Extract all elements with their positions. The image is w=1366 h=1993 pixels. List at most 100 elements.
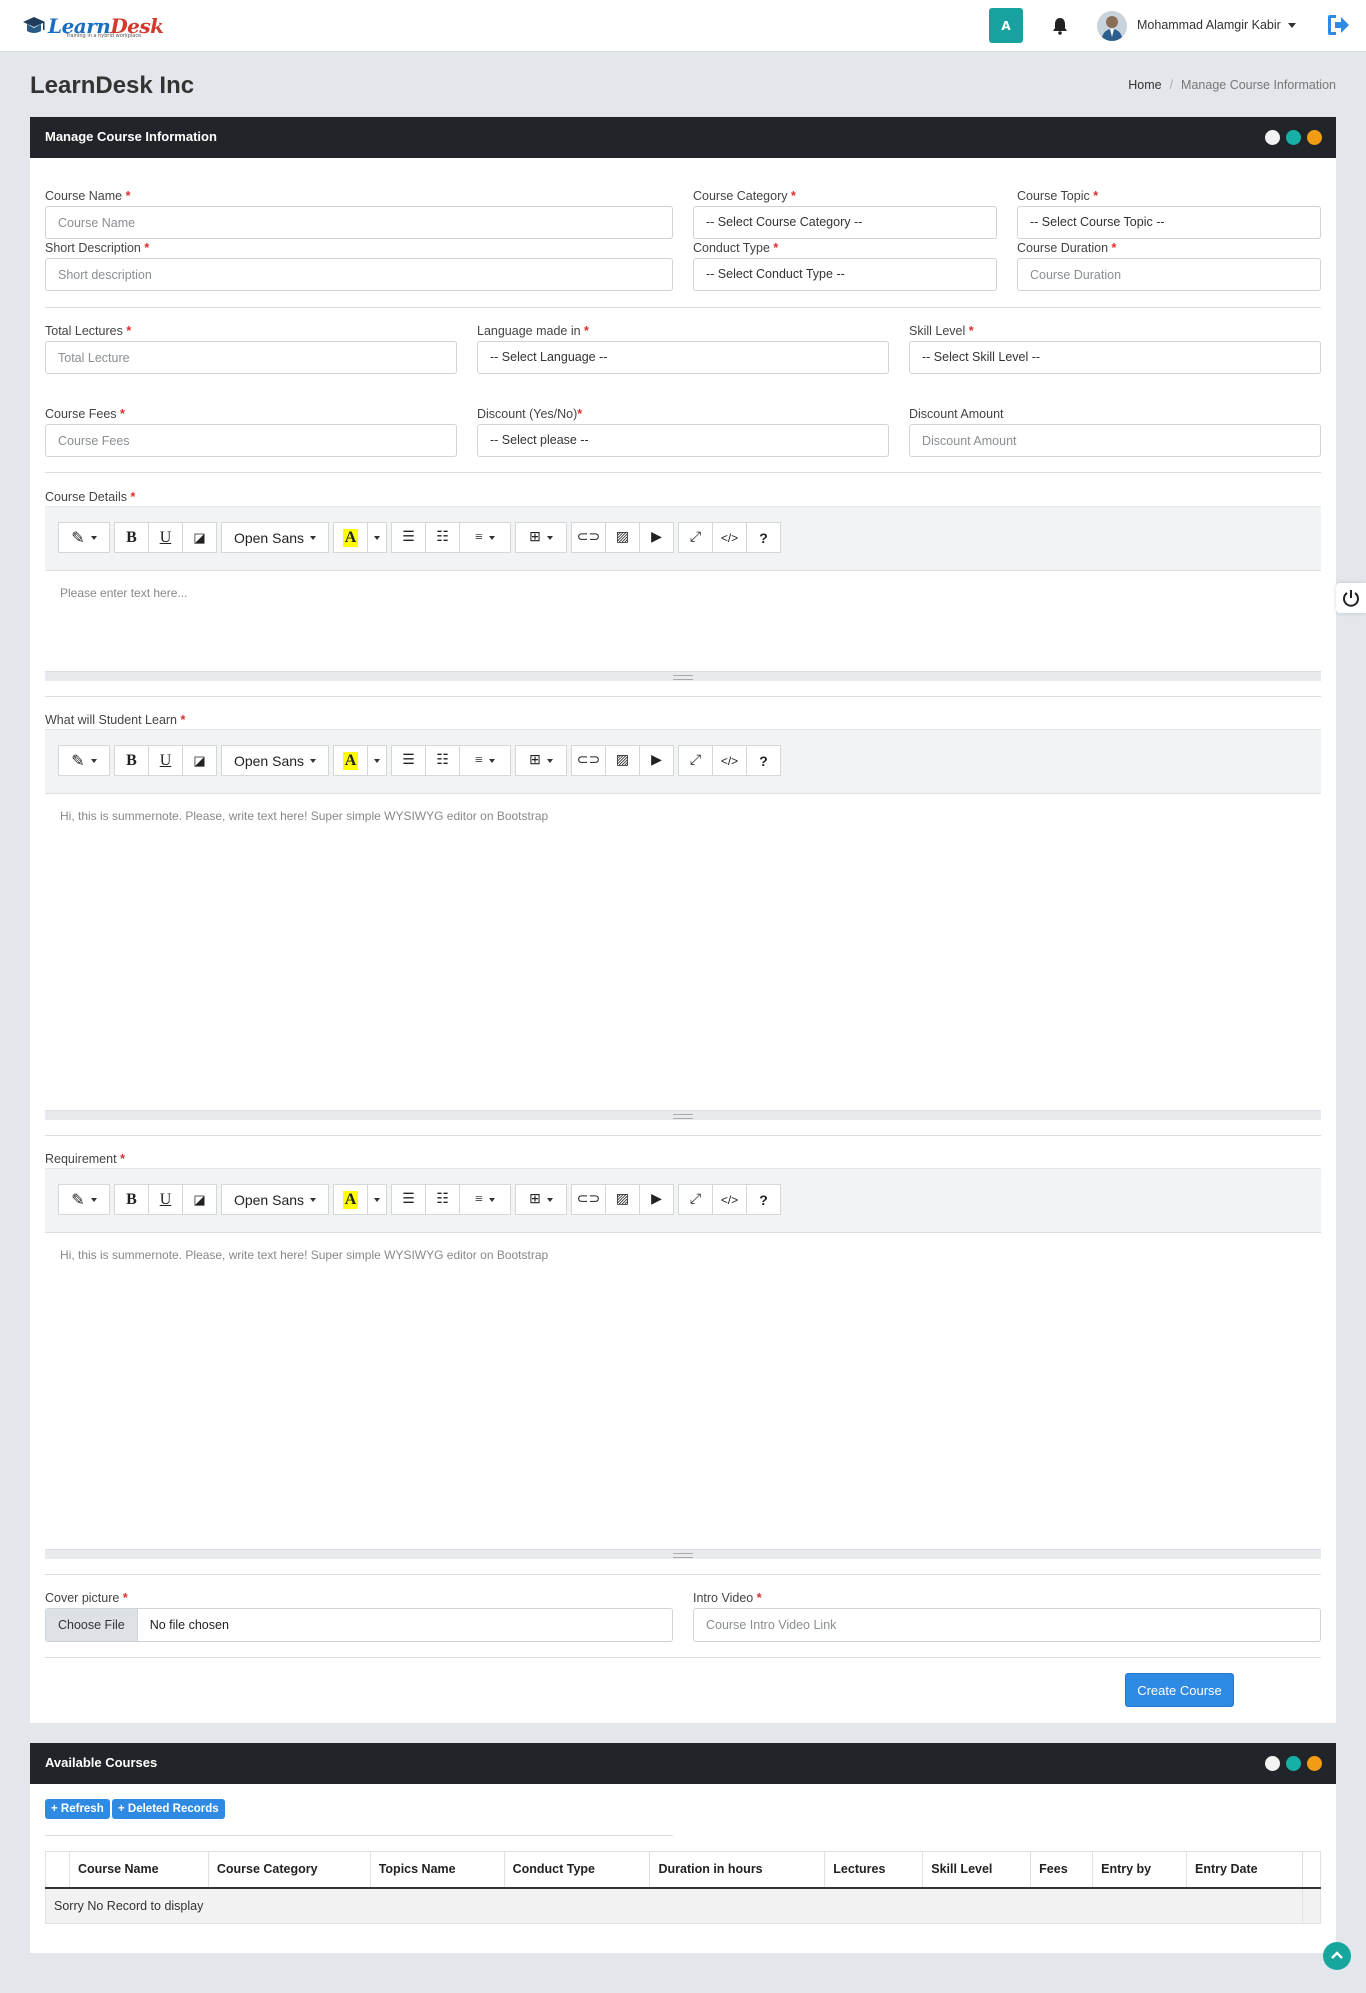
font-color-button[interactable]: A <box>333 1184 368 1215</box>
unordered-list-icon[interactable]: ☰ <box>391 745 426 776</box>
help-button[interactable]: ? <box>746 745 781 776</box>
underline-button[interactable]: U <box>148 522 183 553</box>
user-name[interactable]: Mohammad Alamgir Kabir <box>1137 18 1281 32</box>
deleted-records-button[interactable]: + Deleted Records <box>112 1799 225 1819</box>
underline-button[interactable]: U <box>148 745 183 776</box>
column-header[interactable]: Entry by <box>1092 1851 1188 1889</box>
refresh-icon[interactable] <box>1286 130 1301 145</box>
table-icon[interactable]: ⊞ <box>515 1184 567 1215</box>
help-button[interactable]: ? <box>746 1184 781 1215</box>
expand-icon[interactable] <box>1265 1756 1280 1771</box>
column-header[interactable]: Fees <box>1030 1851 1094 1889</box>
total-lectures-input[interactable] <box>45 341 457 374</box>
editor-content[interactable]: Hi, this is summernote. Please, write te… <box>45 1233 1321 1277</box>
account-avatar-button[interactable]: A <box>989 8 1023 43</box>
eraser-icon[interactable]: ◪ <box>182 1184 217 1215</box>
course-topic-select[interactable]: -- Select Course Topic -- <box>1017 206 1321 239</box>
editor-resize-handle[interactable] <box>45 1110 1321 1120</box>
course-name-input[interactable] <box>45 206 673 239</box>
choose-file-button[interactable]: Choose File <box>46 1609 138 1641</box>
color-caret-icon[interactable] <box>367 522 387 553</box>
magic-style-icon[interactable]: ✎ <box>58 1184 110 1215</box>
breadcrumb-home[interactable]: Home <box>1128 78 1161 92</box>
short-description-input[interactable] <box>45 258 673 291</box>
ordered-list-icon[interactable]: ☷ <box>425 745 460 776</box>
font-family-dropdown[interactable]: Open Sans <box>221 522 329 553</box>
scroll-to-top-button[interactable] <box>1323 1942 1351 1970</box>
color-caret-icon[interactable] <box>367 1184 387 1215</box>
link-icon[interactable]: ⊂⊃ <box>571 745 606 776</box>
magic-style-icon[interactable]: ✎ <box>58 522 110 553</box>
bell-icon[interactable] <box>1052 17 1068 35</box>
course-duration-input[interactable] <box>1017 258 1321 291</box>
collapse-icon[interactable] <box>1307 130 1322 145</box>
discount-select[interactable]: -- Select please -- <box>477 424 889 457</box>
code-view-button[interactable]: </> <box>712 745 747 776</box>
link-icon[interactable]: ⊂⊃ <box>571 522 606 553</box>
underline-button[interactable]: U <box>148 1184 183 1215</box>
font-family-dropdown[interactable]: Open Sans <box>221 1184 329 1215</box>
skill-level-select[interactable]: -- Select Skill Level -- <box>909 341 1321 374</box>
column-header[interactable]: Entry Date <box>1186 1851 1303 1889</box>
intro-video-input[interactable] <box>693 1608 1321 1642</box>
logout-icon[interactable] <box>1326 14 1350 36</box>
video-icon[interactable]: ▶ <box>639 1184 674 1215</box>
bold-button[interactable]: B <box>114 1184 149 1215</box>
chevron-down-icon[interactable] <box>1288 23 1296 28</box>
align-icon[interactable]: ≡ <box>459 745 511 776</box>
ordered-list-icon[interactable]: ☷ <box>425 522 460 553</box>
table-icon[interactable]: ⊞ <box>515 522 567 553</box>
image-icon[interactable]: ▨ <box>605 745 640 776</box>
column-header[interactable]: Skill Level <box>922 1851 1032 1889</box>
course-fees-input[interactable] <box>45 424 457 457</box>
course-category-select[interactable]: -- Select Course Category -- <box>693 206 997 239</box>
align-icon[interactable]: ≡ <box>459 1184 511 1215</box>
image-icon[interactable]: ▨ <box>605 1184 640 1215</box>
refresh-button[interactable]: + Refresh <box>45 1799 110 1819</box>
fullscreen-icon[interactable]: ⤢ <box>678 745 713 776</box>
collapse-icon[interactable] <box>1307 1756 1322 1771</box>
power-panel-button[interactable] <box>1336 583 1366 613</box>
unordered-list-icon[interactable]: ☰ <box>391 522 426 553</box>
cover-picture-file-input[interactable]: Choose File No file chosen <box>45 1608 673 1642</box>
fullscreen-icon[interactable]: ⤢ <box>678 522 713 553</box>
font-color-button[interactable]: A <box>333 745 368 776</box>
bold-button[interactable]: B <box>114 745 149 776</box>
column-header[interactable]: Conduct Type <box>503 1851 651 1889</box>
color-caret-icon[interactable] <box>367 745 387 776</box>
editor-content[interactable]: Please enter text here... <box>45 571 1321 615</box>
column-header[interactable]: Course Name <box>68 1851 209 1889</box>
video-icon[interactable]: ▶ <box>639 745 674 776</box>
editor-content[interactable]: Hi, this is summernote. Please, write te… <box>45 794 1321 838</box>
column-header[interactable]: Duration in hours <box>649 1851 826 1889</box>
user-avatar[interactable] <box>1097 11 1127 41</box>
bold-button[interactable]: B <box>114 522 149 553</box>
conduct-type-select[interactable]: -- Select Conduct Type -- <box>693 258 997 291</box>
align-icon[interactable]: ≡ <box>459 522 511 553</box>
column-header[interactable]: Course Category <box>207 1851 371 1889</box>
ordered-list-icon[interactable]: ☷ <box>425 1184 460 1215</box>
create-course-button[interactable]: Create Course <box>1125 1673 1234 1707</box>
eraser-icon[interactable]: ◪ <box>182 522 217 553</box>
font-family-dropdown[interactable]: Open Sans <box>221 745 329 776</box>
font-color-button[interactable]: A <box>333 522 368 553</box>
expand-icon[interactable] <box>1265 130 1280 145</box>
code-view-button[interactable]: </> <box>712 1184 747 1215</box>
magic-style-icon[interactable]: ✎ <box>58 745 110 776</box>
editor-resize-handle[interactable] <box>45 1549 1321 1559</box>
link-icon[interactable]: ⊂⊃ <box>571 1184 606 1215</box>
discount-amount-input[interactable] <box>909 424 1321 457</box>
refresh-icon[interactable] <box>1286 1756 1301 1771</box>
code-view-button[interactable]: </> <box>712 522 747 553</box>
language-select[interactable]: -- Select Language -- <box>477 341 889 374</box>
eraser-icon[interactable]: ◪ <box>182 745 217 776</box>
fullscreen-icon[interactable]: ⤢ <box>678 1184 713 1215</box>
learndesk-logo[interactable]: LearnDesk Training in a hybrid workplace <box>22 11 164 41</box>
unordered-list-icon[interactable]: ☰ <box>391 1184 426 1215</box>
help-button[interactable]: ? <box>746 522 781 553</box>
column-header[interactable]: Lectures <box>824 1851 924 1889</box>
image-icon[interactable]: ▨ <box>605 522 640 553</box>
table-icon[interactable]: ⊞ <box>515 745 567 776</box>
video-icon[interactable]: ▶ <box>639 522 674 553</box>
column-header[interactable]: Topics Name <box>369 1851 505 1889</box>
